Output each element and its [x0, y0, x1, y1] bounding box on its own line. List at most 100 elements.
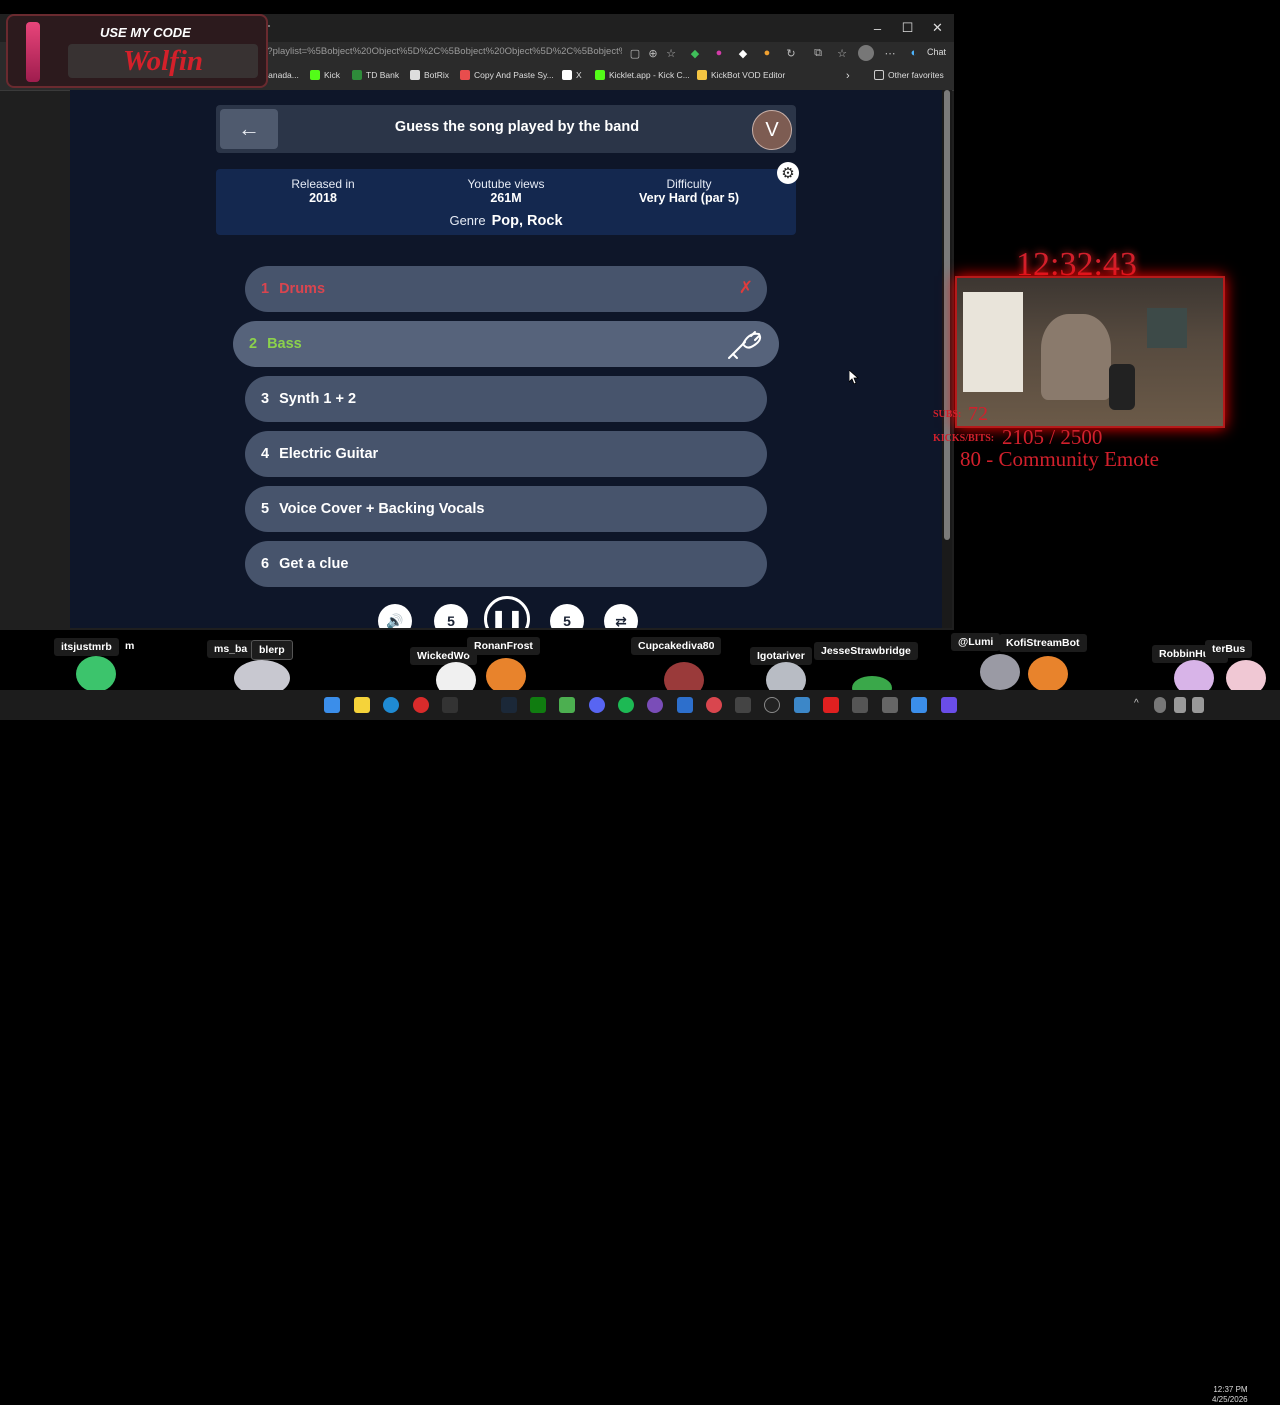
close-button[interactable]: ✕ [922, 14, 953, 42]
split-screen-icon[interactable]: ▢ [627, 45, 643, 61]
stem-row-bass[interactable]: 2 Bass [233, 321, 779, 367]
chameleon-avatar [76, 656, 116, 692]
chat-username: @Lumi [951, 633, 1001, 651]
genre-label: Genre [449, 213, 486, 228]
x-icon [562, 70, 572, 80]
chat-username: RonanFrost [467, 637, 540, 655]
zoom-icon[interactable]: ⊕ [645, 45, 661, 61]
forward-5-button[interactable]: 5 [550, 604, 584, 628]
stem-row-clue[interactable]: 6 Get a clue [245, 541, 767, 587]
app-icon[interactable] [823, 697, 839, 713]
bookmark-label: X [576, 70, 582, 80]
app-icon[interactable] [706, 697, 722, 713]
bass-guitar-icon [728, 331, 762, 359]
maximize-button[interactable]: ☐ [892, 14, 923, 42]
extension-icon[interactable]: ◆ [735, 45, 751, 61]
kickbot-icon [697, 70, 707, 80]
network-icon[interactable] [1174, 697, 1186, 713]
views-label: Youtube views [467, 177, 545, 191]
obs-icon[interactable] [764, 697, 780, 713]
collections-icon[interactable]: ⧉ [810, 45, 826, 61]
bookmark-label: TD Bank [366, 70, 400, 80]
copilot-icon[interactable]: ◐ [906, 45, 922, 61]
more-options-icon[interactable]: ⋯ [882, 45, 898, 61]
bookmark-kick[interactable]: Kick [310, 70, 340, 80]
subs-value: 72 [968, 403, 988, 425]
profile-icon[interactable] [858, 45, 874, 61]
bookmark-kickbot[interactable]: KickBot VOD Editor [697, 70, 785, 80]
favorites-icon[interactable]: ☆ [834, 45, 850, 61]
refresh-extension-icon[interactable]: ↻ [783, 45, 799, 61]
speaker-icon: 🔊 [386, 612, 404, 629]
stem-row-vocals[interactable]: 5 Voice Cover + Backing Vocals [245, 486, 767, 532]
scrollbar-thumb[interactable] [944, 90, 950, 540]
url-text[interactable]: e?playlist=%5Bobject%20Object%5D%2C%5Bob… [262, 46, 622, 57]
bookmark-copy-paste[interactable]: Copy And Paste Sy... [460, 70, 554, 80]
app-icon[interactable] [941, 697, 957, 713]
browser-window: + – ☐ ✕ e?playlist=%5Bobject%20Object%5D… [0, 14, 954, 630]
app-icon[interactable] [647, 697, 663, 713]
volume-button[interactable]: 🔊 [378, 604, 412, 628]
released-info: Released in 2018 [233, 177, 413, 205]
clock-date: 4/25/2026 [1212, 1395, 1248, 1404]
pause-button[interactable]: ❚❚ [484, 596, 530, 628]
bookmark-label: Copy And Paste Sy... [474, 70, 554, 80]
minimize-button[interactable]: – [862, 14, 893, 42]
sticky-notes-icon[interactable] [354, 697, 370, 713]
app-icon[interactable] [442, 697, 458, 713]
microphone-icon[interactable] [1154, 697, 1166, 713]
volume-icon[interactable] [1192, 697, 1204, 713]
stem-row-electric-guitar[interactable]: 4 Electric Guitar [245, 431, 767, 477]
promo-code-banner: USE MY CODE Wolfin [6, 14, 268, 88]
stem-number: 2 [249, 336, 258, 352]
spotify-icon[interactable] [618, 697, 634, 713]
microphone [1109, 364, 1135, 410]
extension-icon[interactable]: ● [759, 45, 775, 61]
app-icon[interactable] [852, 697, 868, 713]
favorite-star-icon[interactable]: ☆ [663, 45, 679, 61]
genre-info: Genre Pop, Rock [216, 213, 796, 229]
difficulty-label: Difficulty [666, 177, 712, 191]
avatar[interactable]: V [752, 110, 792, 150]
extension-icon[interactable]: ◆ [687, 45, 703, 61]
windows-start-icon[interactable] [324, 697, 340, 713]
tray-chevron-icon[interactable]: ^ [1134, 698, 1139, 709]
edge-icon[interactable] [383, 697, 399, 713]
settings-gear-icon[interactable]: ⚙ [777, 162, 799, 184]
chat-username: KofiStreamBot [999, 634, 1087, 652]
app-icon[interactable] [882, 697, 898, 713]
chat-username: itsjustmrb [54, 638, 119, 656]
bookmark-x[interactable]: X [562, 70, 582, 80]
xbox-icon[interactable] [530, 697, 546, 713]
chat-button[interactable]: Chat [927, 47, 946, 57]
app-icon[interactable] [735, 697, 751, 713]
app-icon[interactable] [794, 697, 810, 713]
stem-row-drums[interactable]: 1 Drums ✗ [245, 266, 767, 312]
forward-icon: 5 [563, 613, 571, 628]
extension-icon[interactable]: ● [711, 45, 727, 61]
rewind-5-button[interactable]: 5 [434, 604, 468, 628]
steam-icon[interactable] [501, 697, 517, 713]
repeat-off-button[interactable]: ⇄ [604, 604, 638, 628]
minecraft-icon[interactable] [559, 697, 575, 713]
discord-icon[interactable] [589, 697, 605, 713]
chat-username: blerp [251, 640, 293, 660]
bookmark-td-bank[interactable]: TD Bank [352, 70, 399, 80]
bookmark-kicklet[interactable]: Kicklet.app - Kick C... [595, 70, 690, 80]
back-button[interactable]: ← [220, 109, 278, 149]
released-label: Released in [291, 177, 355, 191]
app-icon[interactable] [911, 697, 927, 713]
td-bank-icon [352, 70, 362, 80]
views-value: 261M [490, 191, 522, 205]
wrong-x-icon: ✗ [738, 278, 753, 297]
bookmarks-more-button[interactable]: › [846, 70, 850, 82]
stem-row-synth[interactable]: 3 Synth 1 + 2 [245, 376, 767, 422]
app-icon[interactable] [677, 697, 693, 713]
emote-goal: 80 - Community Emote [960, 447, 1159, 471]
stem-label: Synth 1 + 2 [279, 391, 357, 407]
other-favorites-button[interactable]: Other favorites [874, 70, 944, 80]
stem-label: Get a clue [279, 556, 349, 572]
vivaldi-icon[interactable] [413, 697, 429, 713]
bookmark-botrix[interactable]: BotRix [410, 70, 449, 80]
system-clock[interactable]: 12:37 PM 4/25/2026 [1212, 1385, 1248, 1405]
